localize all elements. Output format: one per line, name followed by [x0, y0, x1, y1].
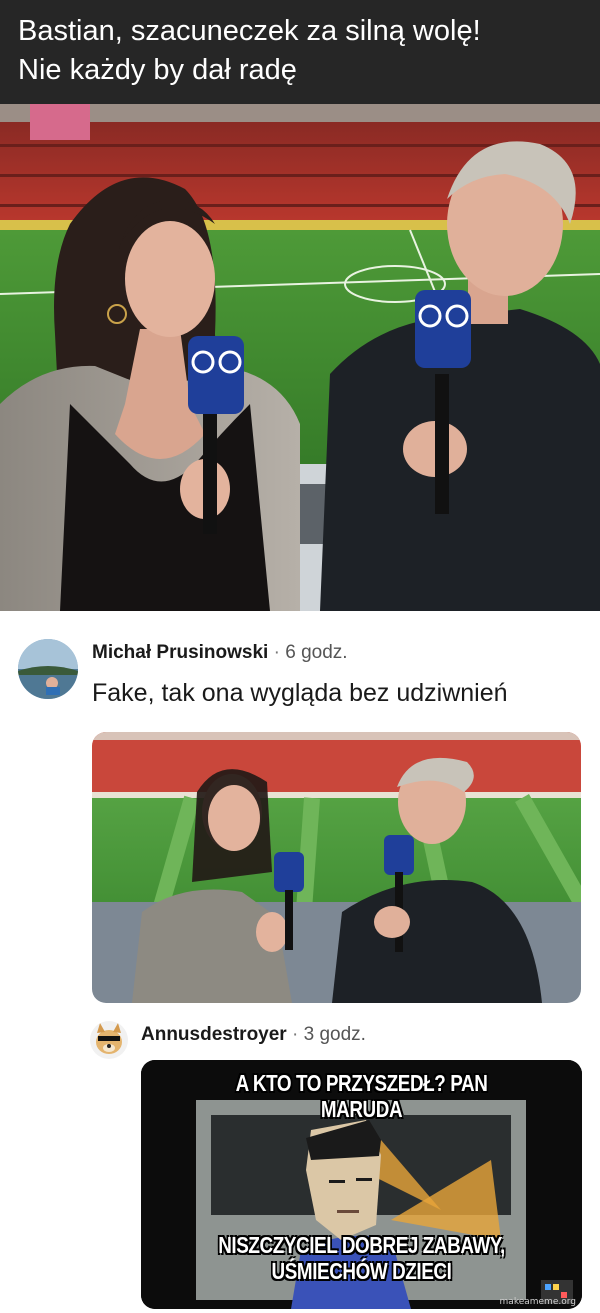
stadium-scene: [0, 104, 600, 611]
comment-text: Fake, tak ona wygląda bez udziwnień: [92, 679, 508, 707]
comment-author[interactable]: Michał Prusinowski: [92, 642, 268, 663]
avatar-image: [18, 639, 78, 699]
comment-meta: Annusdestroyer · 3 godz.: [141, 1024, 366, 1046]
comment-photo[interactable]: [92, 732, 581, 1003]
comment-time: 6 godz.: [285, 642, 348, 663]
comment-meta: Michał Prusinowski · 6 godz.: [92, 642, 348, 664]
post-title: Bastian, szacuneczek za silną wolę! Nie …: [18, 15, 481, 86]
comment-author[interactable]: Annusdestroyer: [141, 1024, 287, 1045]
commenter-avatar[interactable]: [90, 1021, 128, 1059]
doge-sunglasses-avatar: [96, 1023, 122, 1054]
meme-bottom-caption: NISZCZYCIEL DOBREJ ZABAWY, UŚMIECHÓW DZI…: [218, 1232, 505, 1284]
comment-meme-image[interactable]: A KTO TO PRZYSZEDŁ? PAN MARUDA NISZCZYCI…: [141, 1060, 582, 1309]
commenter-avatar[interactable]: [18, 639, 78, 699]
comment-photo-scene: [92, 732, 581, 1003]
meta-separator: ·: [273, 642, 280, 663]
comments-section: Michał Prusinowski · 6 godz. Fake, tak o…: [0, 611, 600, 1313]
meme-top-caption: A KTO TO PRZYSZEDŁ? PAN MARUDA: [235, 1070, 488, 1122]
main-photo[interactable]: [0, 104, 600, 611]
comment-time: 3 godz.: [303, 1024, 366, 1045]
meme-watermark: makeameme.org: [499, 1297, 576, 1307]
post-header: Bastian, szacuneczek za silną wolę! Nie …: [0, 0, 600, 104]
meta-separator: ·: [291, 1024, 299, 1045]
